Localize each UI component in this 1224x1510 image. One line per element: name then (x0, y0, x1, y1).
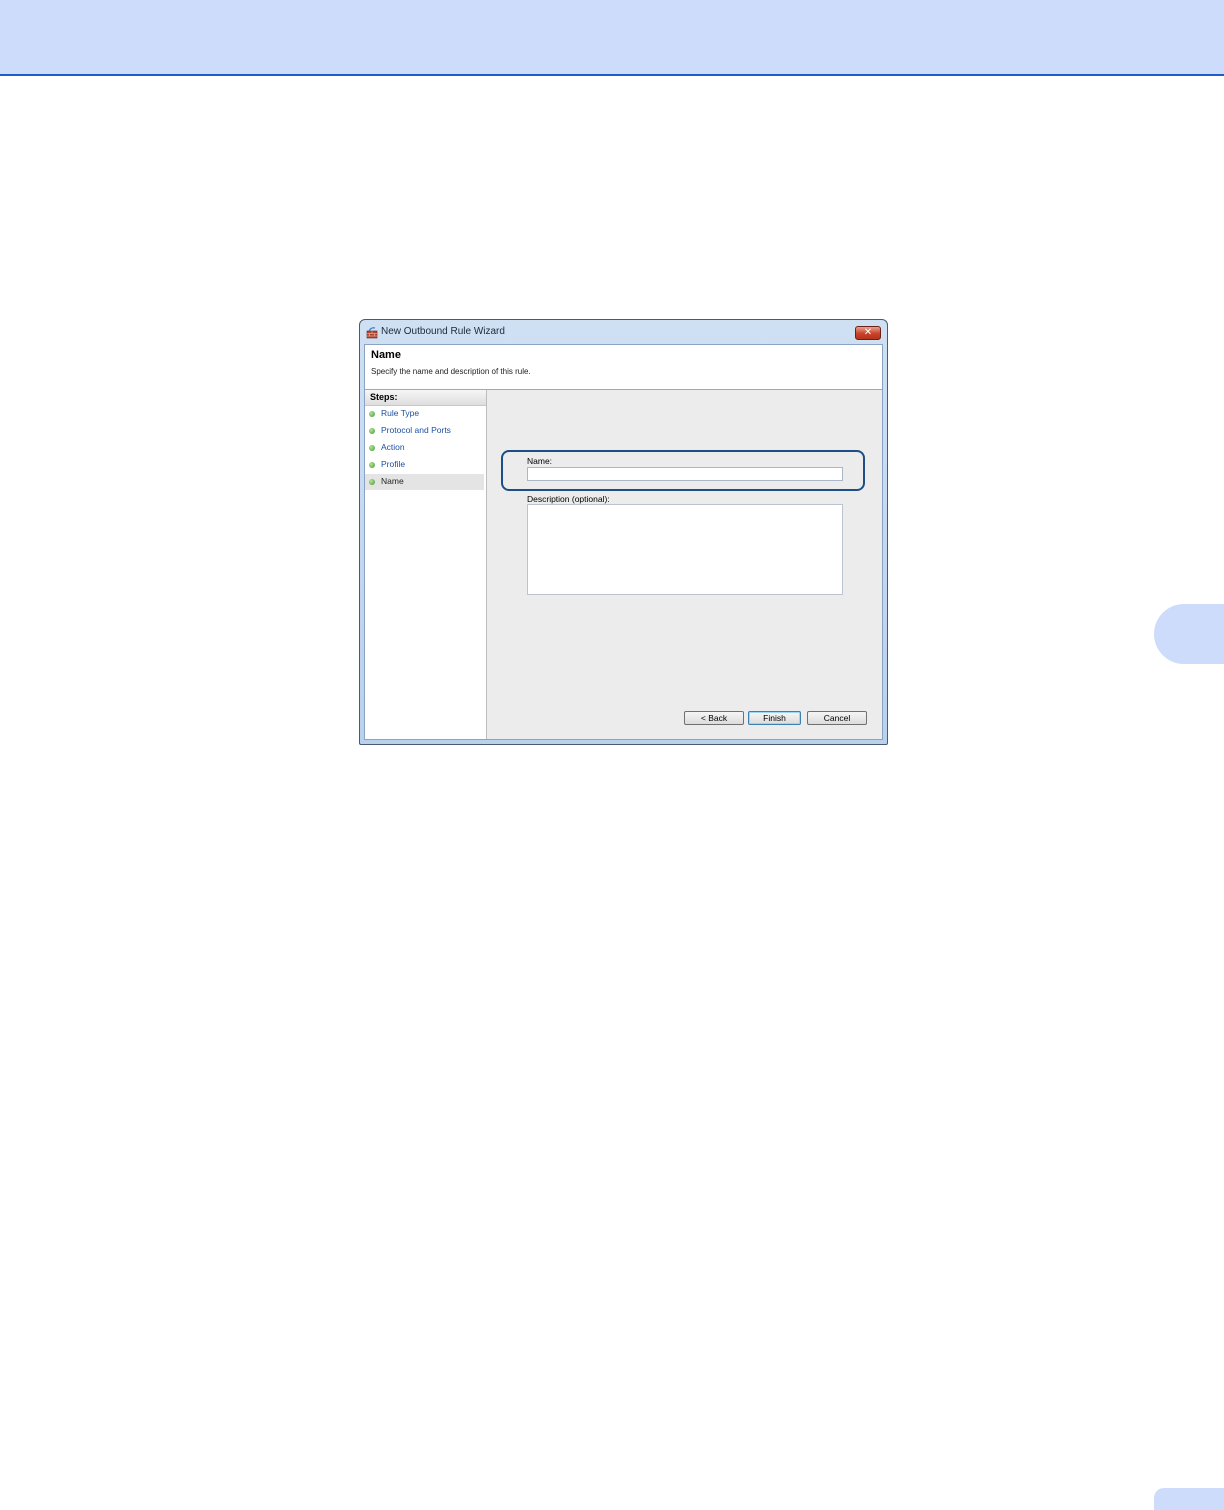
content-pane: Name: Description (optional): < Back Fin… (487, 390, 882, 739)
description-input[interactable] (527, 504, 843, 595)
step-complete-dot-icon (369, 428, 375, 434)
step-name: Name (365, 474, 484, 490)
step-protocol-and-ports[interactable]: Protocol and Ports (365, 423, 484, 439)
step-complete-dot-icon (369, 445, 375, 451)
step-label: Profile (381, 459, 406, 469)
dialog-client-area: Name Specify the name and description of… (364, 344, 883, 740)
chapter-side-tab (1154, 604, 1224, 664)
steps-header: Steps: (365, 390, 486, 406)
title-bar[interactable]: New Outbound Rule Wizard ✕ (360, 320, 887, 344)
step-label: Rule Type (381, 408, 420, 418)
steps-header-label: Steps: (370, 392, 398, 402)
new-outbound-rule-wizard-dialog: New Outbound Rule Wizard ✕ Name Specify … (359, 319, 888, 745)
wizard-page-subtitle: Specify the name and description of this… (371, 367, 531, 376)
wizard-header: Name Specify the name and description of… (365, 345, 882, 389)
step-current-dot-icon (369, 479, 375, 485)
step-label: Action (381, 442, 405, 452)
close-icon: ✕ (863, 327, 873, 338)
steps-pane: Steps: Rule Type Protocol and Ports Acti… (365, 390, 487, 739)
step-label: Name (381, 476, 404, 486)
finish-button[interactable]: Finish (748, 711, 801, 725)
description-label: Description (optional): (527, 494, 610, 504)
step-profile[interactable]: Profile (365, 457, 484, 473)
name-label: Name: (527, 456, 553, 466)
step-label: Protocol and Ports (381, 425, 451, 435)
dialog-title: New Outbound Rule Wizard (381, 326, 505, 337)
wizard-page-title: Name (371, 349, 401, 361)
close-button[interactable]: ✕ (855, 326, 881, 340)
page-header-banner (0, 0, 1224, 76)
step-rule-type[interactable]: Rule Type (365, 406, 484, 422)
step-complete-dot-icon (369, 462, 375, 468)
step-action[interactable]: Action (365, 440, 484, 456)
step-complete-dot-icon (369, 411, 375, 417)
name-input[interactable] (527, 467, 843, 481)
firewall-icon (366, 326, 378, 339)
page-footer-tab (1154, 1488, 1224, 1510)
back-button[interactable]: < Back (684, 711, 744, 725)
cancel-button[interactable]: Cancel (807, 711, 867, 725)
